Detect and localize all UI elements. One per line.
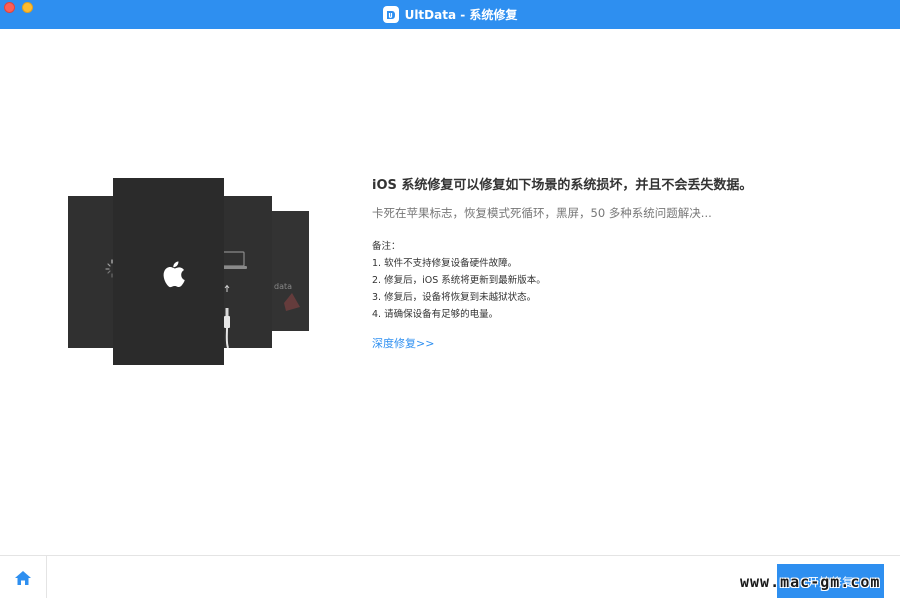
home-button[interactable] — [0, 556, 47, 598]
loading-spinner-icon — [105, 259, 113, 278]
watermark: www.mac-gm.com — [740, 573, 881, 591]
screen-apple-logo — [113, 178, 224, 365]
note-item: 3. 修复后，设备将恢复到未越狱状态。 — [372, 292, 537, 303]
apple-logo-icon — [163, 261, 185, 288]
home-icon — [15, 570, 31, 585]
laptop-cable-graphic — [219, 251, 247, 349]
headline: iOS 系统修复可以修复如下场景的系统损坏，并且不会丢失数据。 — [372, 178, 753, 193]
window-title: UltData - 系统修复 — [404, 8, 518, 22]
warning-icon — [284, 293, 300, 311]
notes-section: 备注： 1. 软件不支持修复设备硬件故障。 2. 修复后，iOS 系统将更新到最… — [372, 238, 792, 323]
up-arrow-icon — [224, 284, 230, 292]
data-label: data — [274, 282, 293, 291]
note-item: 2. 修复后，iOS 系统将更新到最新版本。 — [372, 275, 546, 286]
screen-loading — [68, 196, 116, 348]
app-logo-icon — [382, 6, 399, 23]
notes-title: 备注： — [372, 241, 401, 252]
app-window: UltData - 系统修复 data iOS 系统修复可以修复如下场景的系统损… — [0, 0, 900, 598]
note-item: 1. 软件不支持修复设备硬件故障。 — [372, 258, 518, 269]
note-item: 4. 请确保设备有足够的电量。 — [372, 309, 499, 320]
screen-warning — [272, 211, 309, 331]
laptop-icon — [219, 251, 247, 269]
title-bar: UltData - 系统修复 — [0, 0, 900, 29]
lightning-cable-icon — [224, 308, 230, 349]
title-wrap: UltData - 系统修复 — [0, 0, 900, 29]
deep-repair-link[interactable]: 深度修复>> — [372, 335, 434, 351]
screen-laptop — [219, 196, 272, 349]
repair-illustration: data — [60, 170, 320, 370]
repair-description: iOS 系统修复可以修复如下场景的系统损坏，并且不会丢失数据。 卡死在苹果标志，… — [372, 176, 792, 351]
subline: 卡死在苹果标志，恢复模式死循环，黑屏，50 多种系统问题解决... — [372, 206, 712, 220]
